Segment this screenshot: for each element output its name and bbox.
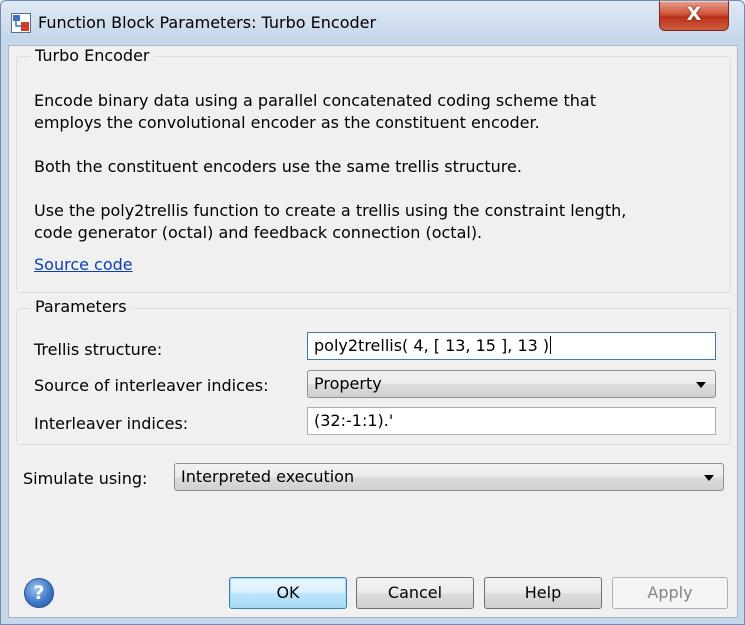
close-icon: X (686, 3, 702, 25)
interleaver-indices-label: Interleaver indices: (34, 414, 189, 433)
title-bar[interactable]: Function Block Parameters: Turbo Encoder… (1, 1, 744, 45)
dialog-window: Function Block Parameters: Turbo Encoder… (0, 0, 745, 625)
ok-button[interactable]: OK (229, 577, 347, 609)
interleaver-source-label: Source of interleaver indices: (34, 376, 269, 395)
description-line-3: Both the constituent encoders use the sa… (34, 157, 522, 176)
chevron-down-icon (704, 475, 714, 481)
description-line-2: employs the convolutional encoder as the… (34, 113, 540, 132)
simulate-using-label: Simulate using: (23, 469, 148, 488)
description-line-1: Encode binary data using a parallel conc… (34, 91, 596, 110)
parameters-legend: Parameters (31, 297, 131, 316)
trellis-structure-value: poly2trellis( 4, [ 13, 15 ], 13 ) (314, 336, 550, 355)
interleaver-indices-value: (32:-1:1).' (314, 411, 394, 430)
close-button[interactable]: X (659, 1, 729, 31)
trellis-structure-label: Trellis structure: (34, 340, 163, 359)
interleaver-source-dropdown[interactable]: Property (307, 370, 716, 398)
mask-group-legend: Turbo Encoder (31, 46, 154, 65)
interleaver-source-value: Property (314, 374, 382, 393)
source-code-link[interactable]: Source code (34, 255, 133, 274)
dialog-client-area: Turbo Encoder Encode binary data using a… (8, 45, 738, 618)
window-title: Function Block Parameters: Turbo Encoder (38, 13, 377, 32)
description-line-5: code generator (octal) and feedback conn… (34, 223, 483, 242)
help-circle-icon[interactable]: ? (24, 578, 54, 608)
trellis-structure-input[interactable]: poly2trellis( 4, [ 13, 15 ], 13 ) (307, 332, 716, 360)
description-line-4: Use the poly2trellis function to create … (34, 201, 627, 220)
interleaver-indices-input[interactable]: (32:-1:1).' (307, 407, 716, 435)
apply-button[interactable]: Apply (612, 577, 728, 609)
simulate-using-dropdown[interactable]: Interpreted execution (174, 463, 724, 491)
cancel-button[interactable]: Cancel (356, 577, 474, 609)
simulate-using-value: Interpreted execution (181, 467, 355, 486)
chevron-down-icon (696, 382, 706, 388)
help-button[interactable]: Help (484, 577, 602, 609)
simulink-block-icon (11, 13, 31, 33)
text-caret (550, 336, 552, 354)
